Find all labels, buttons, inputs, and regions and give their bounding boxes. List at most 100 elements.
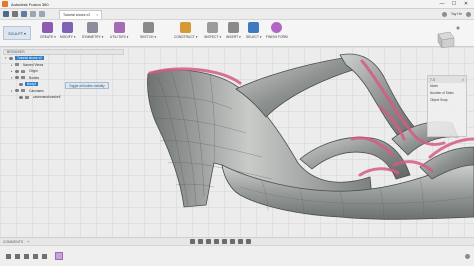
redo-icon[interactable] (39, 11, 45, 17)
zoom-icon[interactable] (214, 238, 219, 244)
browser-item-label: Origin (29, 69, 38, 74)
panel-header[interactable]: T-S × (428, 76, 466, 83)
tspline-panel: T-S × Mode Number of Sides Object Snap (427, 75, 467, 137)
symmetry-label: SYMMETRY ▾ (82, 35, 104, 39)
finish-form-label: FINISH FORM (266, 35, 288, 39)
window-title: Autodesk Fusion 360 (11, 1, 49, 7)
look-at-icon[interactable] (198, 238, 203, 244)
symmetry-icon (87, 22, 99, 33)
visibility-eye-icon[interactable] (15, 76, 19, 80)
browser-item-label: Named Views (23, 62, 44, 67)
job-status-icon[interactable] (441, 11, 447, 17)
modify-menu[interactable]: MODIFY ▾ (60, 22, 76, 46)
sketch-label: SKETCH ▾ (140, 35, 157, 39)
workspace-label: SCULPT ▾ (8, 31, 26, 36)
fit-icon[interactable] (222, 238, 227, 244)
document-tab[interactable]: Tutorial shoes v2 × (59, 9, 103, 19)
finish-form-button[interactable]: FINISH FORM (266, 22, 288, 46)
insert-label: INSERT ▾ (226, 35, 241, 39)
browser-root-label: Tutorial shoes v2 (15, 56, 44, 61)
panel-row-sides[interactable]: Number of Sides (428, 90, 466, 97)
timeline-settings-icon[interactable] (465, 254, 470, 259)
browser-item-label: Canvases (29, 88, 44, 93)
display-settings-icon[interactable] (230, 238, 235, 244)
quick-access-bar: Tutorial shoes v2 × Tay He (0, 9, 474, 20)
browser-item-canvas-image[interactable]: cavemanshoeshell (3, 94, 124, 101)
orbit-icon[interactable] (190, 238, 195, 244)
select-cursor-icon (248, 22, 260, 33)
maximize-button[interactable]: ☐ (448, 0, 460, 8)
pan-icon[interactable] (206, 238, 211, 244)
timeline-end-icon[interactable] (42, 253, 47, 259)
user-name[interactable]: Tay He (451, 12, 462, 16)
modify-label: MODIFY ▾ (60, 35, 76, 39)
timeline-forward-icon[interactable] (33, 253, 38, 259)
sketch-menu[interactable]: SKETCH ▾ (140, 22, 156, 46)
tab-close-icon[interactable]: × (96, 13, 98, 17)
undo-icon[interactable] (30, 11, 36, 17)
workspace-switcher[interactable]: SCULPT ▾ (3, 26, 31, 40)
folder-icon (15, 63, 19, 67)
grid-settings-icon[interactable] (238, 238, 243, 244)
canvas-image-icon (25, 95, 29, 99)
user-cluster: Tay He (441, 11, 471, 17)
finish-form-icon (271, 22, 283, 33)
insert-icon (227, 22, 239, 33)
utilities-menu[interactable]: UTILITIES ▾ (110, 22, 128, 46)
visibility-eye-icon[interactable] (19, 82, 23, 86)
form-feature-icon[interactable] (55, 252, 63, 260)
timeline-back-icon[interactable] (15, 253, 20, 259)
data-panel-icon[interactable] (3, 11, 9, 17)
minimize-button[interactable]: — (436, 0, 448, 8)
viewcube-icon (437, 26, 460, 49)
visibility-eye-icon[interactable] (19, 95, 23, 99)
visibility-eye-icon[interactable] (9, 56, 13, 60)
file-menu-icon[interactable] (12, 11, 18, 17)
document-tab-label: Tutorial shoes v2 (63, 12, 91, 17)
visibility-eye-icon[interactable] (15, 89, 19, 93)
panel-row-mode[interactable]: Mode (428, 83, 466, 90)
folder-icon (21, 89, 25, 93)
utilities-label: UTILITIES ▾ (110, 35, 129, 39)
close-button[interactable]: ✕ (460, 0, 472, 8)
help-icon[interactable] (466, 11, 471, 17)
utilities-icon (113, 22, 125, 33)
browser-item-label: Body1 (25, 82, 39, 87)
browser-header-label: BROWSER (7, 50, 25, 54)
timeline-start-icon[interactable] (6, 253, 11, 259)
navigation-bar (190, 237, 251, 245)
browser-item-label: Bodies (29, 75, 40, 80)
create-label: CREATE ▾ (40, 35, 56, 39)
folder-icon (21, 69, 25, 73)
comments-label: COMMENTS (3, 239, 24, 244)
insert-menu[interactable]: INSERT ▾ (226, 22, 241, 46)
fusion-app-icon (2, 1, 8, 7)
create-menu[interactable]: CREATE ▾ (40, 22, 56, 46)
panel-row-snap[interactable]: Object Snap (428, 97, 466, 104)
toolbar-ribbon: SCULPT ▾ CREATE ▾ MODIFY ▾ SYMMETRY ▾ UT… (0, 20, 474, 47)
visibility-tooltip: Toggle all bodies visibility (65, 82, 109, 89)
symmetry-menu[interactable]: SYMMETRY ▾ (82, 22, 103, 46)
panel-close-icon[interactable]: × (462, 78, 464, 82)
visibility-eye-icon[interactable] (15, 69, 19, 73)
viewports-icon[interactable] (246, 238, 251, 244)
folder-icon (21, 76, 25, 80)
panel-title: T-S (430, 77, 435, 82)
save-icon[interactable] (21, 11, 27, 17)
construct-icon (180, 22, 192, 33)
timeline-play-icon[interactable] (24, 253, 29, 259)
window-controls: — ☐ ✕ (436, 0, 472, 8)
inspect-menu[interactable]: INSPECT ▾ (204, 22, 221, 46)
select-label: SELECT ▾ (246, 35, 262, 39)
select-menu[interactable]: SELECT ▾ (246, 22, 262, 46)
construct-label: CONSTRUCT ▾ (174, 35, 198, 39)
sketch-icon (142, 22, 154, 33)
inspect-icon (207, 22, 219, 33)
browser-item-label: cavemanshoeshell (33, 95, 61, 100)
title-bar: Autodesk Fusion 360 — ☐ ✕ (0, 0, 474, 9)
browser-panel: BROWSER ▾ Tutorial shoes v2 ▸ Named View… (3, 49, 124, 121)
add-comment-icon[interactable]: + (27, 240, 29, 244)
modify-icon (62, 22, 74, 33)
viewcube[interactable] (430, 24, 460, 54)
construct-menu[interactable]: CONSTRUCT ▾ (174, 22, 198, 46)
